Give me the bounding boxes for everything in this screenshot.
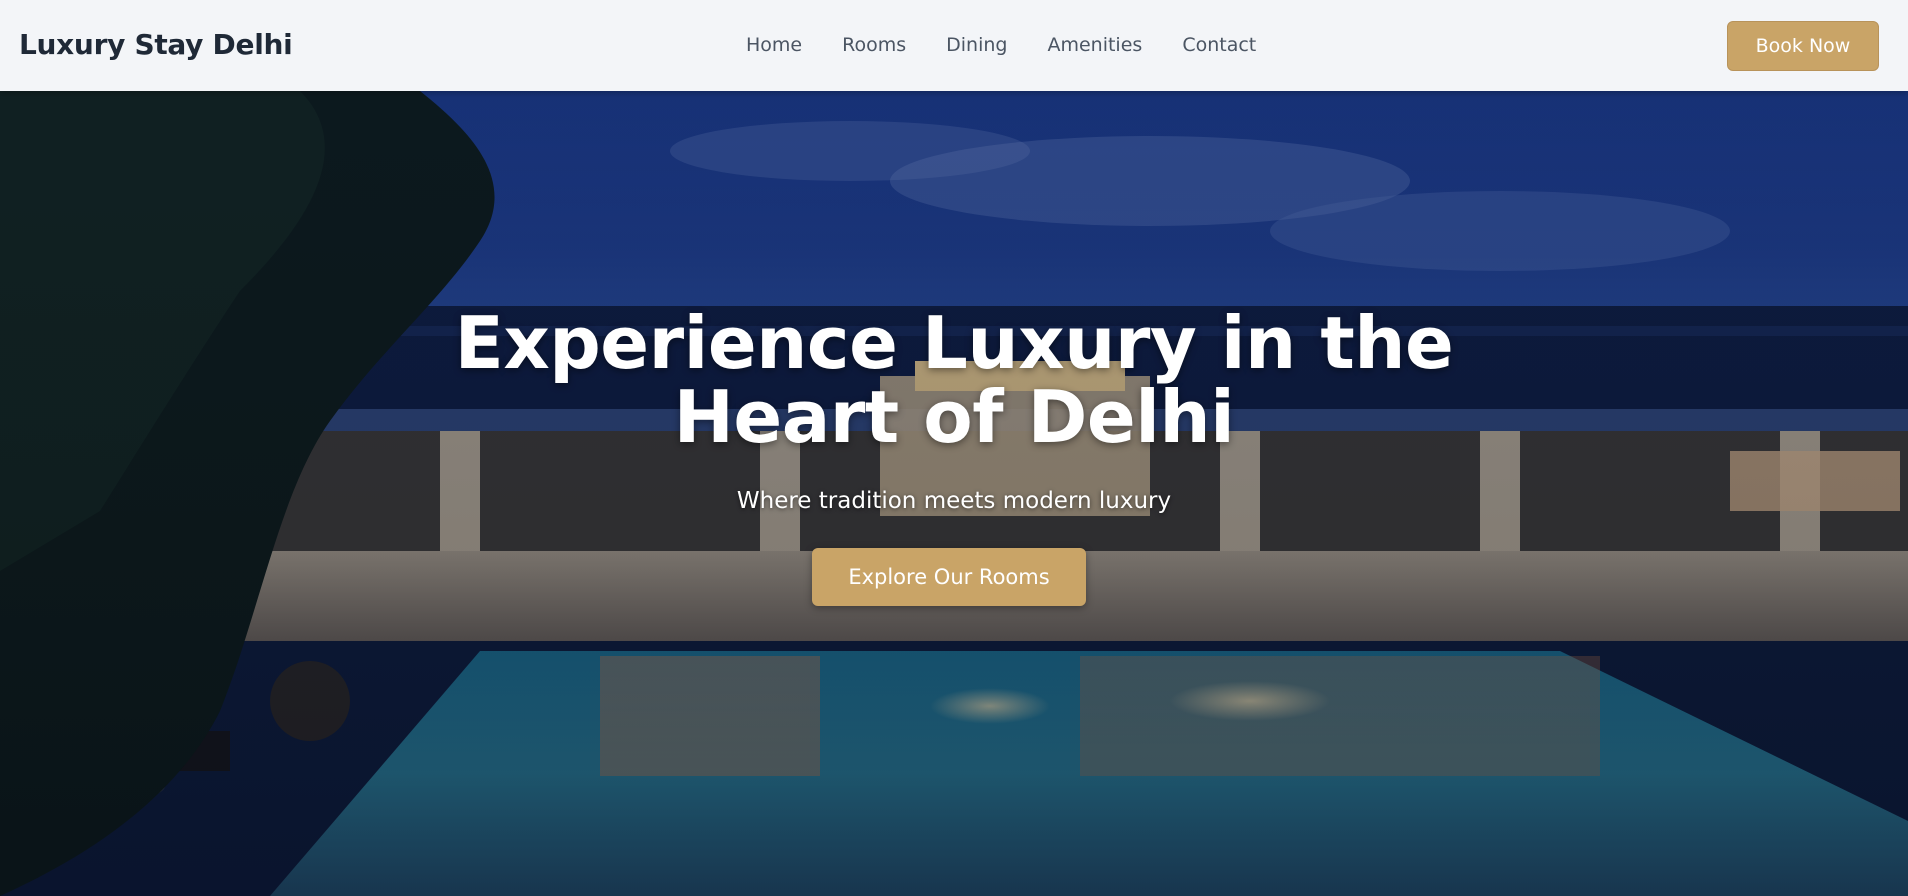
hero-subtitle: Where tradition meets modern luxury: [736, 488, 1172, 514]
hero-section: Experience Luxury in the Heart of Delhi …: [0, 91, 1908, 896]
hero-title: Experience Luxury in the Heart of Delhi: [454, 306, 1454, 454]
hero-content: Experience Luxury in the Heart of Delhi …: [0, 91, 1908, 896]
brand-logo-text[interactable]: Luxury Stay Delhi: [19, 28, 293, 61]
nav-amenities-link[interactable]: Amenities: [1047, 34, 1142, 60]
hero-title-line-2: Heart of Delhi: [673, 375, 1235, 459]
explore-rooms-button[interactable]: Explore Our Rooms: [812, 548, 1086, 606]
site-header: Luxury Stay Delhi Home Rooms Dining Amen…: [0, 0, 1908, 91]
book-now-button[interactable]: Book Now: [1727, 21, 1879, 71]
nav-rooms-link[interactable]: Rooms: [842, 34, 906, 60]
nav-contact-link[interactable]: Contact: [1182, 34, 1256, 60]
hero-title-line-1: Experience Luxury in the: [454, 301, 1454, 385]
nav-home-link[interactable]: Home: [746, 34, 802, 60]
main-nav: Home Rooms Dining Amenities Contact: [746, 34, 1256, 60]
nav-dining-link[interactable]: Dining: [946, 34, 1007, 60]
